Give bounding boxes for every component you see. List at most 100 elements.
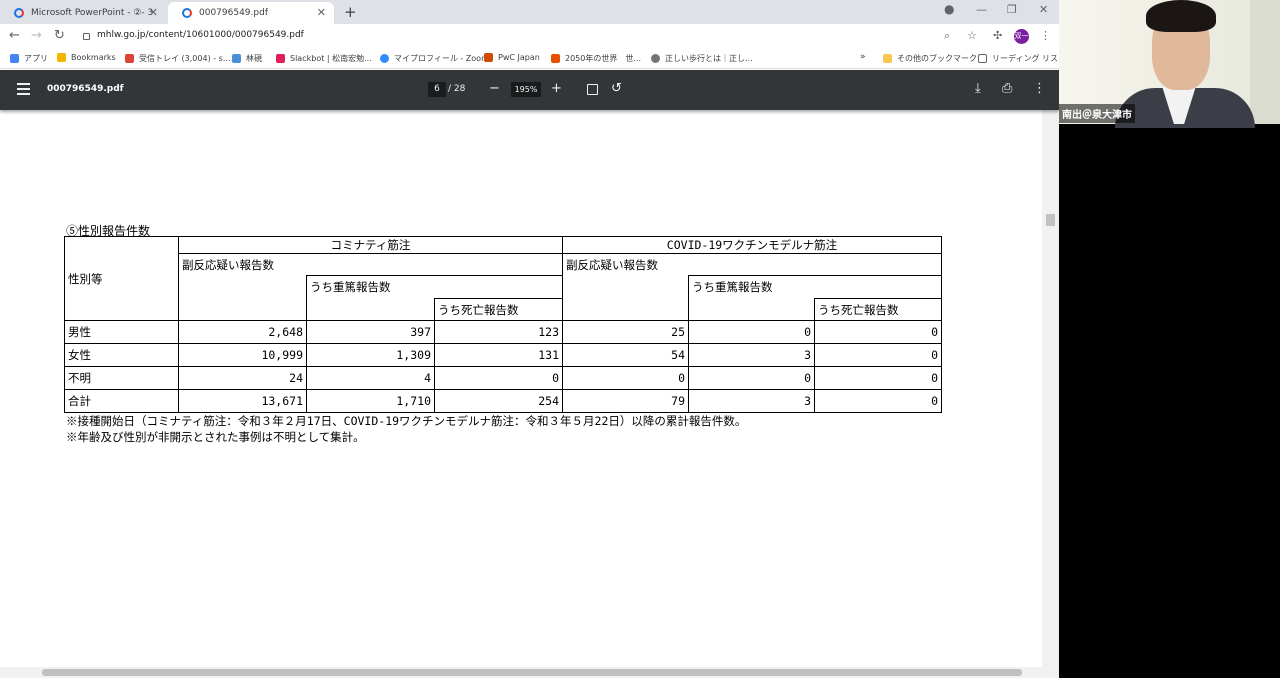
gmail-icon bbox=[125, 54, 134, 63]
cell: 123 bbox=[434, 320, 563, 344]
profile-avatar[interactable]: 双一 bbox=[1014, 29, 1029, 44]
zoom-logo-icon bbox=[380, 54, 389, 63]
cell: 25 bbox=[562, 320, 689, 344]
cell: 0 bbox=[562, 366, 689, 390]
bookmark-label: マイプロフィール - Zoom bbox=[394, 54, 489, 63]
other-bookmarks[interactable]: その他のブックマーク bbox=[883, 53, 977, 64]
close-tab-icon[interactable]: ✕ bbox=[149, 6, 158, 19]
tab-title: Microsoft PowerPoint - ②- 3 bbox=[31, 8, 154, 18]
bookmark-2[interactable]: 林硯 bbox=[232, 53, 262, 64]
horizontal-scrollbar[interactable] bbox=[0, 667, 1059, 678]
cell: 0 bbox=[814, 320, 942, 344]
table-row: 合計 13,671 1,710 254 79 3 0 bbox=[64, 389, 942, 413]
bookmark-slack[interactable]: Slackbot | 松南宏勉... bbox=[276, 53, 372, 64]
zoom-out-button[interactable]: − bbox=[489, 81, 500, 96]
zoom-level-input[interactable]: 195% bbox=[511, 82, 541, 97]
page-number-input[interactable]: 6 bbox=[428, 82, 446, 97]
vaccine-b-serious-header: うち重篤報告数 bbox=[688, 275, 942, 299]
fit-page-icon[interactable] bbox=[587, 84, 598, 95]
bookmark-label: Bookmarks bbox=[71, 53, 116, 62]
zoom-icon[interactable]: ⌕ bbox=[944, 29, 950, 43]
pwc-icon bbox=[484, 53, 493, 62]
vaccine-a-suspected-header: 副反応疑い報告数 bbox=[178, 253, 563, 276]
pdf-page: ⑤性別報告件数 性別等 コミナティ筋注 COVID-19ワクチンモデルナ筋注 副… bbox=[0, 110, 1042, 667]
vaccine-a-death-header: うち死亡報告数 bbox=[434, 298, 563, 321]
cell: 0 bbox=[434, 366, 563, 390]
row-label-header: 性別等 bbox=[64, 236, 179, 321]
back-icon[interactable]: ← bbox=[9, 28, 20, 43]
close-tab-icon[interactable]: ✕ bbox=[317, 6, 326, 19]
row-label: 不明 bbox=[64, 366, 179, 390]
menu-kebab-icon[interactable]: ⋮ bbox=[1040, 29, 1051, 42]
cell: 3 bbox=[688, 343, 815, 367]
bookmark-gmail[interactable]: 受信トレイ (3,004) - s... bbox=[125, 53, 230, 64]
bookmark-label: 林硯 bbox=[246, 54, 262, 63]
cell: 2,648 bbox=[178, 320, 307, 344]
vertical-scrollbar[interactable] bbox=[1042, 110, 1059, 667]
vaccine-a-suspected-spacer bbox=[178, 275, 307, 321]
reading-list[interactable]: リーディング リスト bbox=[978, 53, 1059, 64]
browser-window: Microsoft PowerPoint - ②- 3 ✕ 000796549.… bbox=[0, 0, 1059, 678]
site-icon bbox=[232, 54, 241, 63]
table-row: 男性 2,648 397 123 25 0 0 bbox=[64, 320, 942, 344]
bookmark-label: PwC Japan bbox=[498, 53, 540, 62]
cell: 0 bbox=[688, 366, 815, 390]
minimize-icon[interactable]: — bbox=[976, 3, 987, 16]
star-icon bbox=[57, 53, 66, 62]
download-icon[interactable]: ⤓ bbox=[975, 81, 981, 96]
gender-report-table: 性別等 コミナティ筋注 COVID-19ワクチンモデルナ筋注 副反応疑い報告数 … bbox=[64, 236, 942, 413]
cell: 10,999 bbox=[178, 343, 307, 367]
bookmark-label: 正しい歩行とは｜正し... bbox=[665, 54, 753, 63]
table-row: 不明 24 4 0 0 0 0 bbox=[64, 366, 942, 390]
slack-icon bbox=[276, 54, 285, 63]
bookmark-label: その他のブックマーク bbox=[897, 54, 977, 63]
vaccine-b-header: COVID-19ワクチンモデルナ筋注 bbox=[562, 236, 942, 254]
tab-title: 000796549.pdf bbox=[199, 8, 268, 18]
tab-pdf[interactable]: 000796549.pdf ✕ bbox=[168, 2, 334, 24]
more-bookmarks-icon[interactable]: » bbox=[860, 52, 866, 62]
scroll-thumb[interactable] bbox=[1046, 214, 1055, 226]
bookmark-walking[interactable]: 正しい歩行とは｜正し... bbox=[651, 53, 753, 64]
cell: 0 bbox=[814, 343, 942, 367]
bookmark-apps[interactable]: アプリ bbox=[10, 53, 48, 64]
cell: 0 bbox=[814, 366, 942, 390]
site-icon bbox=[551, 54, 560, 63]
bookmark-bookmarks[interactable]: Bookmarks bbox=[57, 53, 116, 62]
lock-icon bbox=[83, 33, 90, 40]
footnote: ※年齢及び性別が非開示とされた事例は不明として集計。 bbox=[66, 430, 365, 444]
bookmark-pwc[interactable]: PwC Japan bbox=[484, 53, 540, 62]
extensions-icon[interactable]: ✣ bbox=[993, 29, 1002, 42]
bookmark-label: リーディング リスト bbox=[992, 54, 1059, 63]
address-toolbar: ← → ↻ mhlw.go.jp/content/10601000/000796… bbox=[0, 24, 1059, 48]
bookmark-label: Slackbot | 松南宏勉... bbox=[290, 54, 372, 63]
cell: 0 bbox=[688, 320, 815, 344]
tab-search-icon[interactable]: ● bbox=[944, 2, 954, 16]
zoom-in-button[interactable]: + bbox=[551, 81, 562, 96]
close-window-icon[interactable]: ✕ bbox=[1039, 3, 1048, 16]
webcam-background bbox=[1250, 0, 1280, 124]
menu-icon[interactable] bbox=[17, 83, 30, 95]
print-icon[interactable]: ⎙ bbox=[1002, 81, 1012, 96]
bookmark-star-icon[interactable]: ☆ bbox=[967, 29, 977, 42]
bookmark-zoom[interactable]: マイプロフィール - Zoom bbox=[380, 53, 489, 64]
bookmark-2050[interactable]: 2050年の世界 世... bbox=[551, 53, 641, 64]
bookmark-label: 2050年の世界 世... bbox=[565, 54, 641, 63]
new-tab-button[interactable]: + bbox=[344, 3, 357, 21]
table-row: 女性 10,999 1,309 131 54 3 0 bbox=[64, 343, 942, 367]
reading-list-icon bbox=[978, 54, 987, 63]
tab-bar: Microsoft PowerPoint - ②- 3 ✕ 000796549.… bbox=[0, 0, 1059, 24]
scroll-thumb[interactable] bbox=[42, 669, 1022, 676]
more-actions-icon[interactable]: ⋮ bbox=[1033, 81, 1046, 96]
restore-icon[interactable]: ❐ bbox=[1007, 3, 1017, 16]
pdf-toolbar: 000796549.pdf 6 / 28 − 195% + ↺ ⤓ ⎙ ⋮ bbox=[0, 70, 1059, 110]
url-field[interactable]: mhlw.go.jp/content/10601000/000796549.pd… bbox=[97, 30, 304, 40]
participant-hair bbox=[1146, 0, 1216, 32]
vaccine-b-suspected-header: 副反応疑い報告数 bbox=[562, 253, 942, 276]
row-label: 男性 bbox=[64, 320, 179, 344]
cell: 1,710 bbox=[306, 389, 435, 413]
tab-powerpoint[interactable]: Microsoft PowerPoint - ②- 3 ✕ bbox=[0, 2, 166, 24]
reload-icon[interactable]: ↻ bbox=[54, 28, 65, 43]
bookmarks-bar: アプリ Bookmarks 受信トレイ (3,004) - s... 林硯 Sl… bbox=[0, 48, 1059, 69]
forward-icon[interactable]: → bbox=[31, 28, 42, 43]
rotate-icon[interactable]: ↺ bbox=[611, 81, 622, 96]
